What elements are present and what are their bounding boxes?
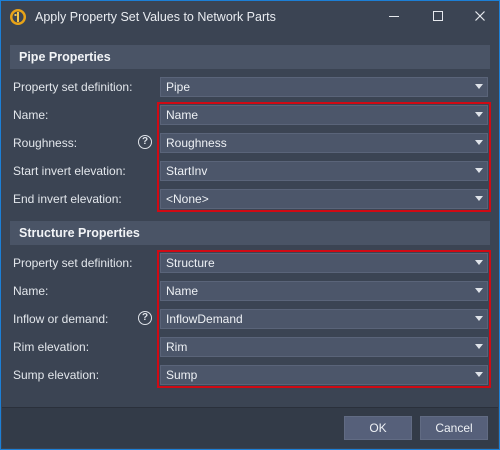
pipe-end-invert-label: End invert elevation:	[13, 192, 122, 206]
cancel-button[interactable]: Cancel	[420, 416, 488, 440]
pipe-name-dropdown[interactable]: Name	[160, 105, 488, 125]
pipe-name-label: Name:	[13, 108, 49, 122]
structure-property-set-dropdown[interactable]: Structure	[160, 253, 488, 273]
dropdown-value: Structure	[166, 256, 215, 270]
dialog-window: Apply Property Set Values to Network Par…	[0, 0, 500, 450]
chevron-down-icon	[475, 168, 483, 173]
structure-sump-label: Sump elevation:	[13, 368, 100, 382]
chevron-down-icon	[475, 260, 483, 265]
structure-name-dropdown[interactable]: Name	[160, 281, 488, 301]
minimize-icon	[389, 16, 399, 17]
pipe-property-set-label: Property set definition:	[13, 80, 133, 94]
structure-inflow-dropdown[interactable]: InflowDemand	[160, 309, 488, 329]
window-title: Apply Property Set Values to Network Par…	[35, 10, 276, 24]
dropdown-value: Rim	[166, 340, 188, 354]
structure-inflow-label: Inflow or demand:	[13, 312, 109, 326]
dropdown-value: Name	[166, 284, 199, 298]
structure-properties-header: Structure Properties	[10, 221, 490, 245]
pipe-start-invert-label: Start invert elevation:	[13, 164, 126, 178]
close-icon	[475, 11, 485, 21]
dropdown-value: <None>	[166, 192, 209, 206]
chevron-down-icon	[475, 84, 483, 89]
chevron-down-icon	[475, 140, 483, 145]
minimize-button[interactable]	[377, 1, 411, 31]
pipe-properties-header: Pipe Properties	[10, 45, 490, 69]
structure-sump-dropdown[interactable]: Sump	[160, 365, 488, 385]
structure-name-label: Name:	[13, 284, 49, 298]
help-icon[interactable]: ?	[138, 311, 152, 325]
app-icon	[10, 9, 26, 25]
dialog-content: Pipe Properties Property set definition:…	[2, 41, 498, 409]
dropdown-value: Pipe	[166, 80, 191, 94]
pipe-end-invert-dropdown[interactable]: <None>	[160, 189, 488, 209]
ok-button[interactable]: OK	[344, 416, 412, 440]
chevron-down-icon	[475, 344, 483, 349]
pipe-roughness-label: Roughness:	[13, 136, 78, 150]
dropdown-value: Sump	[166, 368, 198, 382]
maximize-icon	[433, 11, 443, 21]
dropdown-value: Name	[166, 108, 199, 122]
chevron-down-icon	[475, 112, 483, 117]
structure-rim-label: Rim elevation:	[13, 340, 90, 354]
help-icon[interactable]: ?	[138, 135, 152, 149]
pipe-roughness-dropdown[interactable]: Roughness	[160, 133, 488, 153]
structure-property-set-label: Property set definition:	[13, 256, 133, 270]
dropdown-value: Roughness	[166, 136, 227, 150]
chevron-down-icon	[475, 288, 483, 293]
structure-rim-dropdown[interactable]: Rim	[160, 337, 488, 357]
pipe-property-set-dropdown[interactable]: Pipe	[160, 77, 488, 97]
close-button[interactable]	[463, 1, 497, 31]
chevron-down-icon	[475, 316, 483, 321]
pipe-start-invert-dropdown[interactable]: StartInv	[160, 161, 488, 181]
maximize-button[interactable]	[421, 1, 455, 31]
dialog-footer: OK Cancel	[2, 407, 498, 448]
dropdown-value: InflowDemand	[166, 312, 243, 326]
chevron-down-icon	[475, 196, 483, 201]
dropdown-value: StartInv	[166, 164, 208, 178]
chevron-down-icon	[475, 372, 483, 377]
title-bar[interactable]: Apply Property Set Values to Network Par…	[1, 1, 499, 33]
